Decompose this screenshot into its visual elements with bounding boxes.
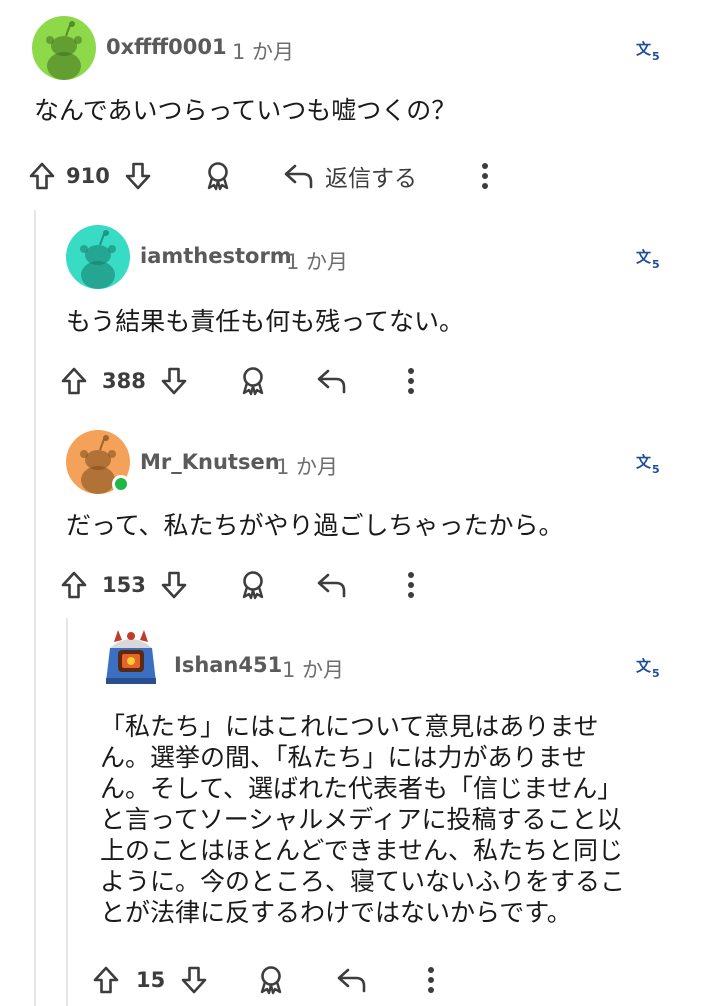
upvote-button[interactable] (60, 563, 88, 607)
downvote-icon (181, 966, 207, 994)
comment-body: なんであいつらっていつも嘘つくの？ (34, 96, 457, 125)
online-status-indicator (112, 475, 130, 493)
reply-icon (284, 164, 313, 189)
comment-body-line: とが法律に反するわけではないからです。 (100, 898, 572, 927)
award-icon (242, 367, 264, 396)
translate-icon[interactable]: 文 5 (634, 243, 664, 273)
comment-body-line: ように。今のところ、寝ていないふりをするこ (100, 867, 626, 896)
downvote-button[interactable] (160, 563, 188, 607)
comment-body-line: 上のことはほとんどできません、私たちと同じ (100, 836, 624, 865)
comment-body-line: と言ってソーシャルメディアに投稿すること以 (100, 805, 622, 834)
svg-text:5: 5 (652, 50, 660, 63)
svg-text:文: 文 (636, 657, 652, 675)
more-options-button[interactable] (406, 563, 416, 607)
reply-icon (317, 369, 346, 394)
comment-body: だって、私たちがやり過ごしちゃったから。 (66, 511, 564, 540)
svg-text:文: 文 (636, 453, 652, 471)
reply-button[interactable] (336, 958, 368, 1002)
reply-button[interactable]: 返信する (283, 154, 417, 198)
award-icon (242, 571, 264, 600)
svg-text:文: 文 (636, 248, 652, 266)
upvote-icon (61, 367, 87, 395)
more-icon (408, 368, 414, 394)
downvote-button[interactable] (160, 359, 188, 403)
vote-score: 153 (102, 573, 146, 597)
timestamp: 1 か月 (232, 40, 295, 64)
svg-text:5: 5 (652, 463, 660, 476)
translate-icon[interactable]: 文 5 (634, 35, 664, 65)
vote-score: 15 (136, 968, 166, 992)
translate-icon[interactable]: 文 5 (634, 448, 664, 478)
username[interactable]: Ishan451 (174, 653, 282, 677)
downvote-icon (125, 162, 151, 190)
upvote-icon (61, 571, 87, 599)
award-button[interactable] (238, 359, 268, 403)
svg-text:5: 5 (652, 667, 660, 680)
timestamp: 1 か月 (276, 455, 339, 479)
thread-line-level2[interactable] (66, 618, 68, 1006)
downvote-icon (161, 571, 187, 599)
upvote-icon (29, 162, 55, 190)
award-icon (260, 966, 282, 995)
more-options-button[interactable] (426, 958, 436, 1002)
upvote-button[interactable] (60, 359, 88, 403)
comment-body: 「私たち」にはこれについて意見はありませ ん。選挙の間、「私たち」には力がありま… (100, 711, 700, 928)
thread-line-level1[interactable] (34, 210, 36, 1006)
more-icon (408, 572, 414, 598)
more-options-button[interactable] (480, 154, 490, 198)
svg-text:文: 文 (636, 40, 652, 58)
comment-actions: 15 (88, 958, 708, 1002)
upvote-button[interactable] (92, 958, 120, 1002)
upvote-icon (93, 966, 119, 994)
more-icon (482, 163, 488, 189)
reply-label: 返信する (325, 166, 417, 192)
downvote-icon (161, 367, 187, 395)
comment-body: もう結果も責任も何も残ってない。 (66, 307, 465, 336)
comment-actions: 388 (56, 359, 706, 403)
downvote-button[interactable] (180, 958, 208, 1002)
award-button[interactable] (203, 154, 233, 198)
username[interactable]: Mr_Knutsen (140, 450, 280, 474)
timestamp: 1 か月 (282, 658, 345, 682)
reply-icon (337, 968, 366, 993)
more-options-button[interactable] (406, 359, 416, 403)
upvote-button[interactable] (28, 154, 56, 198)
avatar[interactable] (100, 622, 162, 688)
vote-score: 910 (66, 164, 110, 188)
translate-icon[interactable]: 文 5 (634, 652, 664, 682)
downvote-button[interactable] (124, 154, 152, 198)
comment-actions: 153 (56, 563, 706, 607)
username[interactable]: 0xffff0001 (106, 35, 227, 59)
avatar[interactable] (32, 16, 96, 80)
timestamp: 1 か月 (286, 250, 349, 274)
avatar[interactable] (66, 225, 130, 289)
comment-actions: 910 返信する (20, 154, 700, 198)
vote-score: 388 (102, 369, 146, 393)
award-icon (207, 162, 229, 191)
reply-button[interactable] (316, 359, 348, 403)
reply-button[interactable] (316, 563, 348, 607)
comment-body-line: 「私たち」にはこれについて意見はありませ (100, 712, 599, 741)
comment-body-line: ん。選挙の間、「私たち」には力がありませ (100, 743, 587, 772)
award-button[interactable] (238, 563, 268, 607)
svg-text:5: 5 (652, 258, 660, 271)
reply-icon (317, 573, 346, 598)
comment-body-line: ん。そして、選ばれた代表者も「信じません」 (100, 774, 623, 803)
username[interactable]: iamthestorm (140, 244, 292, 268)
more-icon (428, 967, 434, 993)
award-button[interactable] (256, 958, 286, 1002)
